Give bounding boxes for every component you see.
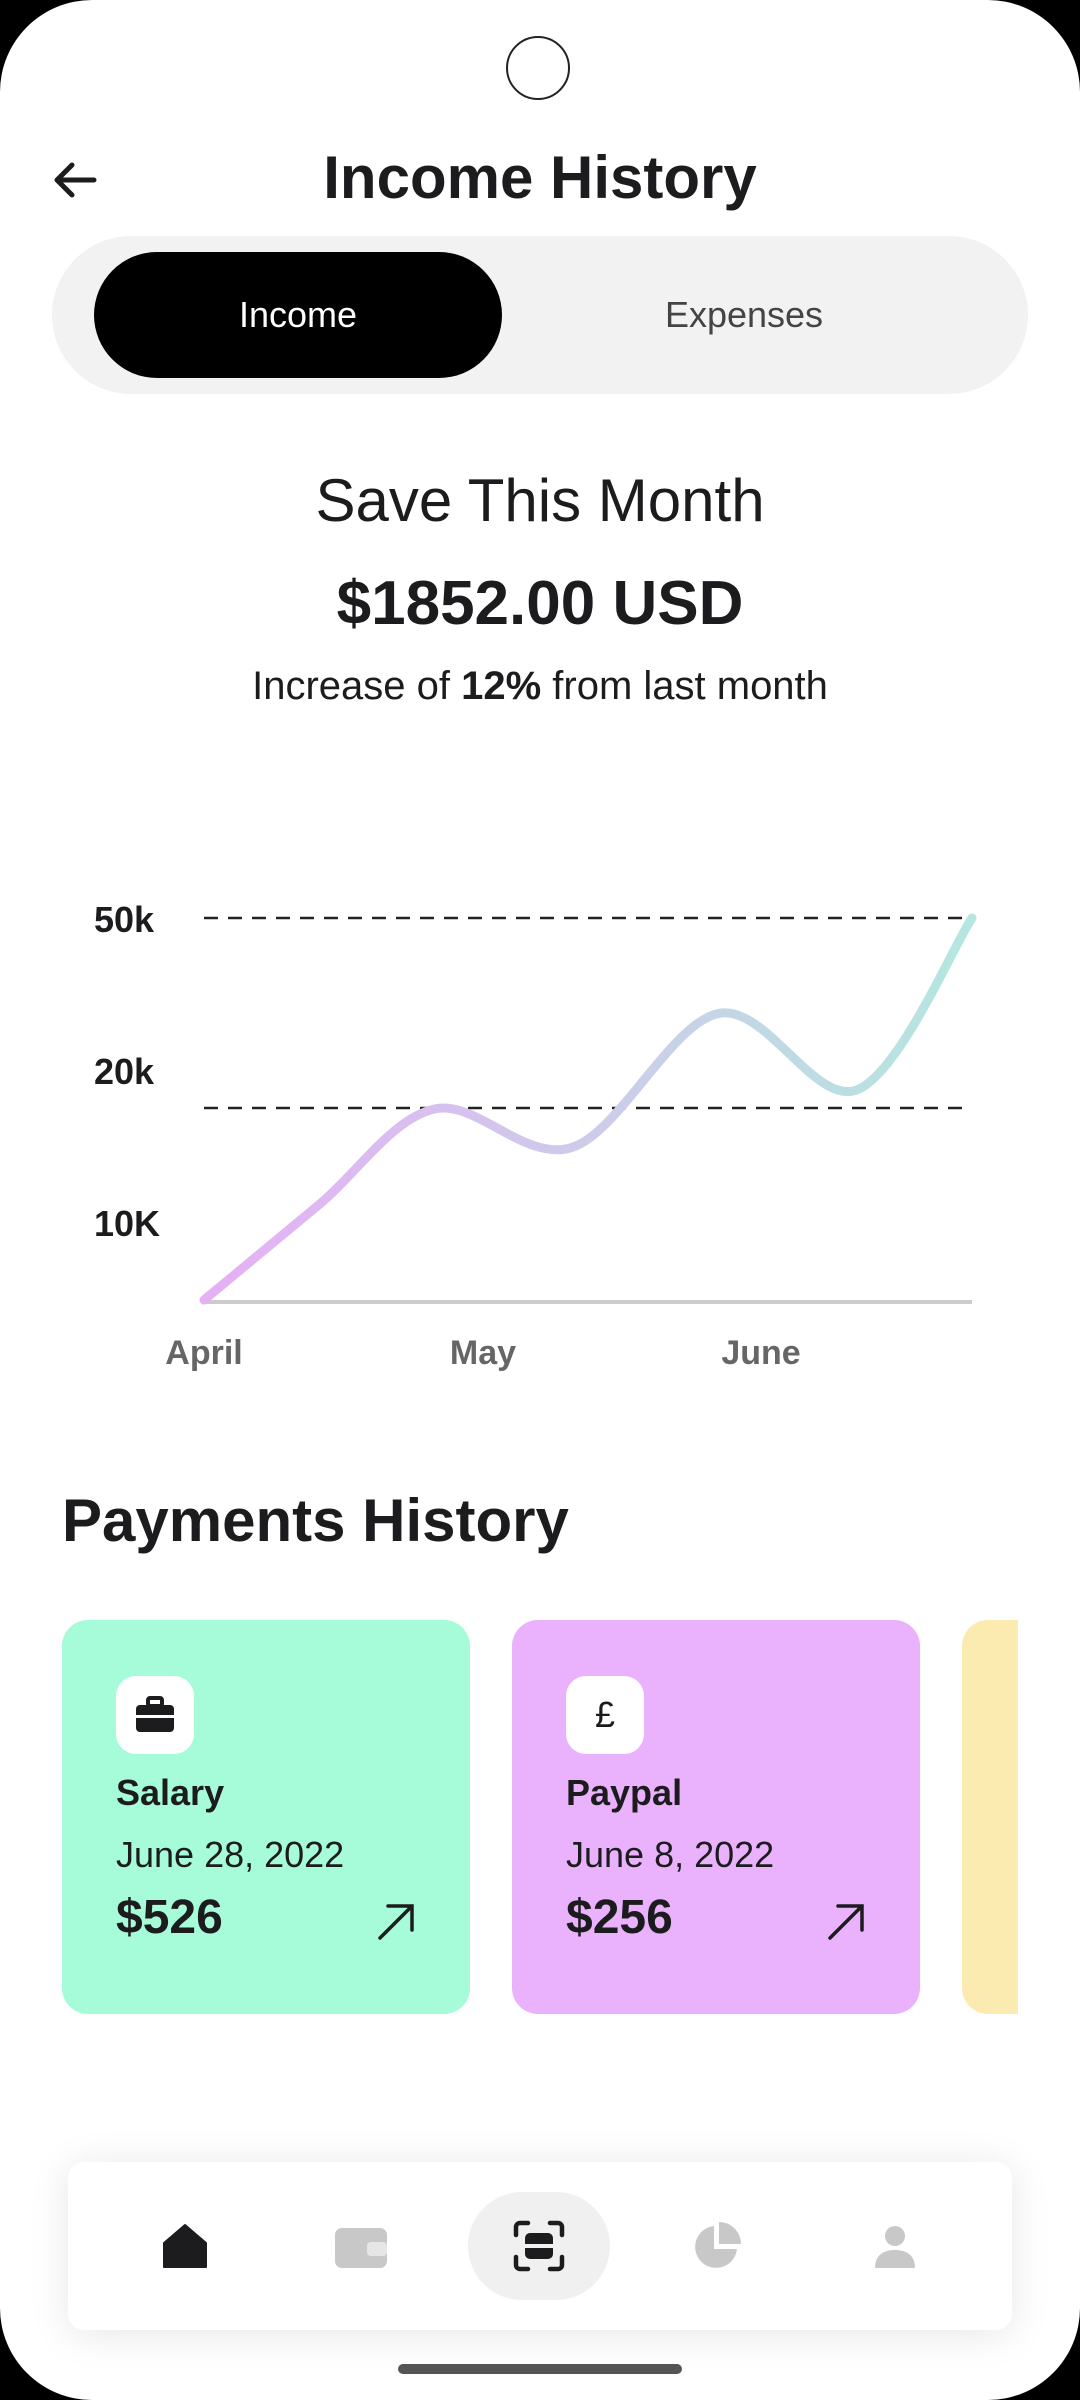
nav-wallet[interactable] (290, 2192, 432, 2300)
arrow-up-right-icon (828, 1904, 864, 1940)
payment-card-paypal[interactable]: £ Paypal June 8, 2022 $256 (512, 1620, 920, 2014)
payment-name: Paypal (566, 1772, 683, 1813)
payment-amount: $256 (566, 1891, 673, 1944)
tab-income[interactable]: Income (94, 252, 502, 378)
y-tick-label-10k: 10K (94, 1203, 160, 1244)
x-tick-label-may: May (450, 1334, 516, 1372)
payment-amount: $526 (116, 1891, 223, 1944)
page-title: Income History (323, 144, 757, 211)
briefcase-icon (116, 1676, 194, 1754)
increase-prefix: Increase of (252, 664, 462, 708)
save-amount: $1852.00 USD (336, 569, 744, 638)
arrow-up-right-icon (378, 1904, 414, 1940)
payments-carousel[interactable]: Salary June 28, 2022 $526 £ Paypal June … (62, 1620, 1018, 2014)
increase-value: 12% (461, 664, 542, 708)
pound-icon: £ (566, 1676, 644, 1754)
home-icon (163, 2224, 207, 2268)
profile-icon (875, 2226, 915, 2268)
nav-home[interactable] (114, 2192, 256, 2300)
nav-stats[interactable] (646, 2192, 788, 2300)
payment-card-partial[interactable] (962, 1620, 1018, 2014)
y-tick-label-50k: 50k (94, 899, 155, 940)
scan-icon (513, 2220, 565, 2272)
bottom-nav (68, 2162, 1012, 2330)
front-camera (506, 36, 570, 100)
y-tick-label-20k: 20k (94, 1051, 155, 1092)
wallet-icon (335, 2228, 387, 2268)
income-line-chart: 50k 20k 10K April May June (94, 899, 977, 1372)
payment-date: June 28, 2022 (116, 1834, 345, 1875)
pie-chart-icon (695, 2222, 741, 2268)
nav-scan[interactable] (468, 2192, 610, 2300)
tab-expenses[interactable]: Expenses (532, 252, 956, 378)
x-tick-label-june: June (721, 1334, 800, 1372)
nav-profile[interactable] (824, 2192, 966, 2300)
payment-date: June 8, 2022 (566, 1834, 775, 1875)
home-indicator (398, 2364, 682, 2374)
income-expenses-toggle: Income Expenses (52, 236, 1028, 394)
phone-screen: Income History Income Expenses Save This… (0, 0, 1080, 2400)
save-label: Save This Month (315, 467, 765, 534)
increase-text: Increase of 12% from last month (0, 664, 1080, 709)
increase-suffix: from last month (541, 664, 828, 708)
payment-card-salary[interactable]: Salary June 28, 2022 $526 (62, 1620, 470, 2014)
x-tick-label-april: April (165, 1334, 242, 1372)
payments-history-title: Payments History (62, 1487, 569, 1554)
payment-name: Salary (116, 1772, 225, 1813)
